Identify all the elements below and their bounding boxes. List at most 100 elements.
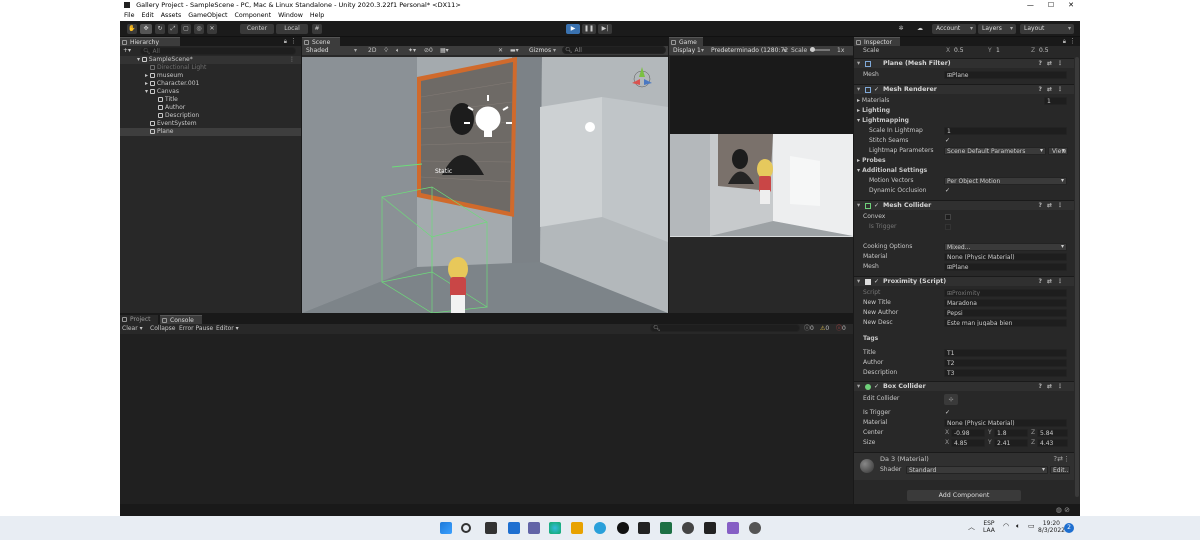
hand-tool-icon[interactable]: ✋ [127, 24, 137, 34]
author-tag-field[interactable]: T2 [944, 359, 1067, 367]
foldout-arrow-icon[interactable]: ▾ [857, 59, 860, 69]
gizmos-dropdown[interactable]: Gizmos [525, 46, 559, 55]
volume-icon[interactable]: 🔈︎ [1016, 522, 1020, 531]
maximize-icon[interactable]: ☐ [1048, 0, 1054, 11]
epic-games-icon[interactable] [638, 522, 650, 534]
hierarchy-item-author[interactable]: Author [120, 104, 301, 112]
lightmapping-row[interactable]: ▾ Lightmapping [854, 116, 1074, 125]
console-search-input[interactable]: 🔍︎ [650, 324, 800, 332]
shading-mode-dropdown[interactable]: Shaded [302, 46, 360, 55]
component-buttons[interactable]: ?⇄⋮ [1038, 59, 1068, 69]
warning-count-badge[interactable]: ⚠0 [820, 324, 829, 333]
motion-vectors-dropdown[interactable]: Per Object Motion [944, 177, 1067, 185]
hierarchy-search-input[interactable]: 🔍︎ All [140, 47, 296, 55]
app-icon[interactable] [749, 522, 761, 534]
mesh-filter-header[interactable]: ▾ Plane (Mesh Filter) ?⇄⋮ [854, 58, 1074, 68]
transform-tool-icon[interactable]: ◎ [194, 24, 204, 34]
is-trigger-checkbox[interactable]: ✓ [945, 408, 950, 417]
shader-edit-button[interactable]: Edit... [1050, 466, 1070, 474]
component-buttons[interactable]: ?⇄⋮ [1038, 201, 1068, 211]
new-title-field[interactable]: Maradona [944, 299, 1067, 307]
edit-collider-button[interactable]: ⊹ [944, 394, 958, 405]
scene-search-input[interactable]: 🔍︎ All [562, 46, 666, 54]
cloud-icon[interactable]: ☁ [914, 24, 926, 34]
scale-in-lightmap-field[interactable]: 1 [944, 127, 1067, 135]
layout-dropdown[interactable]: Layout [1020, 24, 1074, 34]
excel-icon[interactable] [660, 522, 672, 534]
foldout-arrow-icon[interactable]: ▾ [857, 201, 860, 211]
menu-help[interactable]: Help [310, 11, 324, 21]
display-dropdown[interactable]: Display 1 [669, 46, 707, 55]
hierarchy-item-character[interactable]: ▸ Character.001 [120, 80, 301, 88]
collapse-button[interactable]: Collapse [150, 324, 176, 333]
materials-row[interactable]: ▸ Materials 1 [854, 96, 1074, 105]
pivot-local-button[interactable]: Local [276, 24, 308, 34]
tray-chevron-icon[interactable]: ︿ [968, 522, 975, 532]
material-field[interactable]: None (Physic Material) [944, 419, 1067, 427]
scale-y-field[interactable]: 1 [996, 46, 1000, 55]
account-dropdown[interactable]: Account [932, 24, 976, 34]
proximity-script-header[interactable]: ▾ ✓ Proximity (Script) ?⇄⋮ [854, 276, 1074, 286]
camera-icon[interactable]: ▬▾ [510, 46, 519, 55]
foldout-arrow-icon[interactable]: ▾ [857, 85, 860, 95]
cooking-options-dropdown[interactable]: Mixed... [944, 243, 1067, 251]
github-icon[interactable] [617, 522, 629, 534]
minimize-icon[interactable]: — [1027, 0, 1034, 11]
pivot-center-button[interactable]: Center [240, 24, 274, 34]
box-collider-header[interactable]: ▾ ✓ Box Collider ?⇄⋮ [854, 381, 1074, 391]
widgets-icon[interactable] [508, 522, 520, 534]
scale-slider-thumb[interactable] [810, 47, 815, 52]
move-tool-icon[interactable]: ✥ [140, 24, 152, 34]
hierarchy-item-title[interactable]: Title [120, 96, 301, 104]
mesh-collider-header[interactable]: ▾ ✓ Mesh Collider ?⇄⋮ [854, 200, 1074, 210]
edge-icon[interactable] [549, 522, 561, 534]
material-field[interactable]: None (Physic Material) [944, 253, 1067, 261]
media-player-icon[interactable] [682, 522, 694, 534]
hidden-objects-icon[interactable]: ⊘0 [424, 46, 433, 55]
collab-icon[interactable]: ✲ [895, 24, 907, 34]
enabled-checkbox[interactable]: ✓ [874, 87, 879, 93]
language-indicator[interactable]: ESP LAA [983, 520, 995, 534]
close-icon[interactable]: ✕ [1068, 0, 1074, 11]
pause-button[interactable]: ❚❚ [582, 24, 596, 34]
view-button[interactable]: View [1048, 147, 1068, 155]
teams-icon[interactable] [528, 522, 540, 534]
new-desc-field[interactable]: Este man jugaba bien [944, 319, 1067, 327]
script-field[interactable]: ⊞Proximity [944, 289, 1067, 297]
center-z-field[interactable]: 5.84 [1037, 429, 1068, 437]
collider-mesh-field[interactable]: ⊞Plane [944, 263, 1067, 271]
hierarchy-item-canvas[interactable]: ▾ Canvas [120, 88, 301, 96]
layers-dropdown[interactable]: Layers [978, 24, 1016, 34]
wifi-icon[interactable]: ◠ [1003, 522, 1009, 530]
clear-button[interactable]: Clear ▾ [122, 324, 143, 333]
description-tag-field[interactable]: T3 [944, 369, 1067, 377]
custom-tool-icon[interactable]: ✕ [207, 24, 217, 34]
hierarchy-item-scene[interactable]: ▾ SampleScene* ⋮ [120, 56, 301, 64]
center-y-field[interactable]: 1.8 [994, 429, 1028, 437]
tab-scene[interactable]: Scene [302, 37, 340, 46]
rotate-tool-icon[interactable]: ↻ [155, 24, 165, 34]
scene-audio-icon[interactable]: 🔈︎ [396, 46, 400, 55]
materials-count-field[interactable]: 1 [1044, 97, 1067, 105]
step-button[interactable]: ▶| [598, 24, 612, 34]
unity-taskbar-icon[interactable] [704, 522, 716, 534]
mesh-renderer-header[interactable]: ▾ ✓ Mesh Renderer ?⇄⋮ [854, 84, 1074, 94]
probes-row[interactable]: ▸ Probes [854, 156, 1074, 165]
search-icon[interactable] [461, 523, 471, 533]
size-y-field[interactable]: 2.41 [994, 439, 1028, 447]
foldout-arrow-icon[interactable]: ▾ [857, 382, 860, 392]
size-x-field[interactable]: 4.85 [951, 439, 985, 447]
foldout-arrow-icon[interactable]: ▾ [857, 277, 860, 287]
panel-menu-icon[interactable]: ⋮ [290, 37, 297, 45]
component-buttons[interactable]: ?⇄⋮ [1038, 277, 1068, 287]
stitch-seams-checkbox[interactable]: ✓ [945, 136, 950, 145]
inspector-lock-icon[interactable]: 🔒︎ [1063, 38, 1066, 46]
menu-assets[interactable]: Assets [161, 11, 182, 21]
clock[interactable]: 19:20 8/3/2022 [1038, 520, 1065, 534]
lighting-row[interactable]: ▸ Lighting [854, 106, 1074, 115]
add-component-button[interactable]: Add Component [907, 490, 1021, 501]
log-count-badge[interactable]: ⓘ0 [804, 324, 814, 333]
lightmap-parameters-dropdown[interactable]: Scene Default Parameters [944, 147, 1046, 155]
tab-hierarchy[interactable]: Hierarchy [120, 37, 180, 46]
lock-icon[interactable]: 🔒︎ [284, 38, 287, 46]
